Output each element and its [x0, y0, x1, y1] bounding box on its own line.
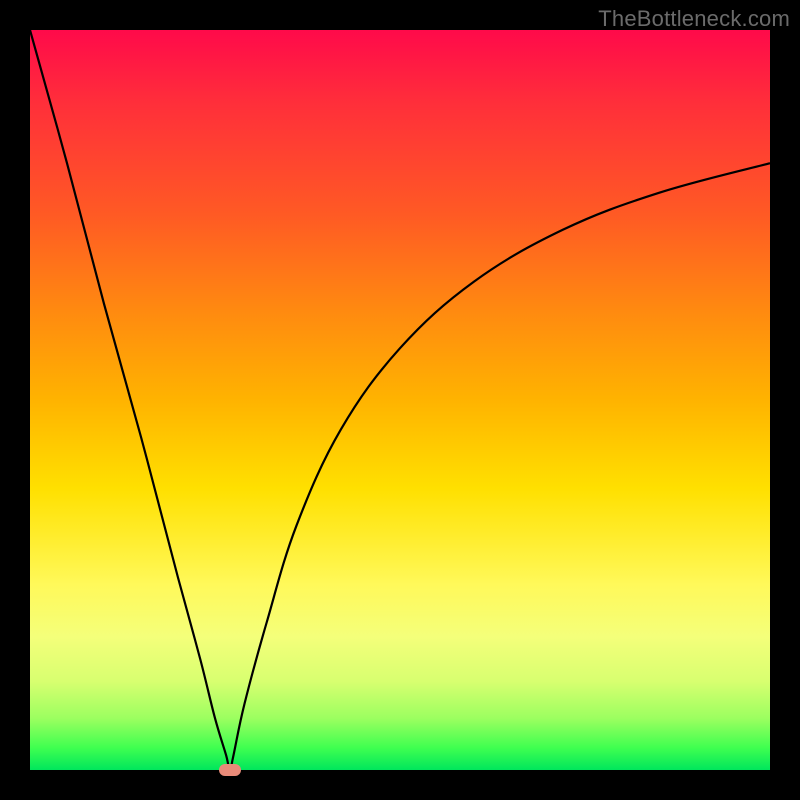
- watermark-text: TheBottleneck.com: [598, 6, 790, 32]
- plot-area: [30, 30, 770, 770]
- optimum-marker: [219, 764, 241, 776]
- bottleneck-curve: [30, 30, 770, 770]
- curve-path: [30, 30, 770, 770]
- chart-container: TheBottleneck.com: [0, 0, 800, 800]
